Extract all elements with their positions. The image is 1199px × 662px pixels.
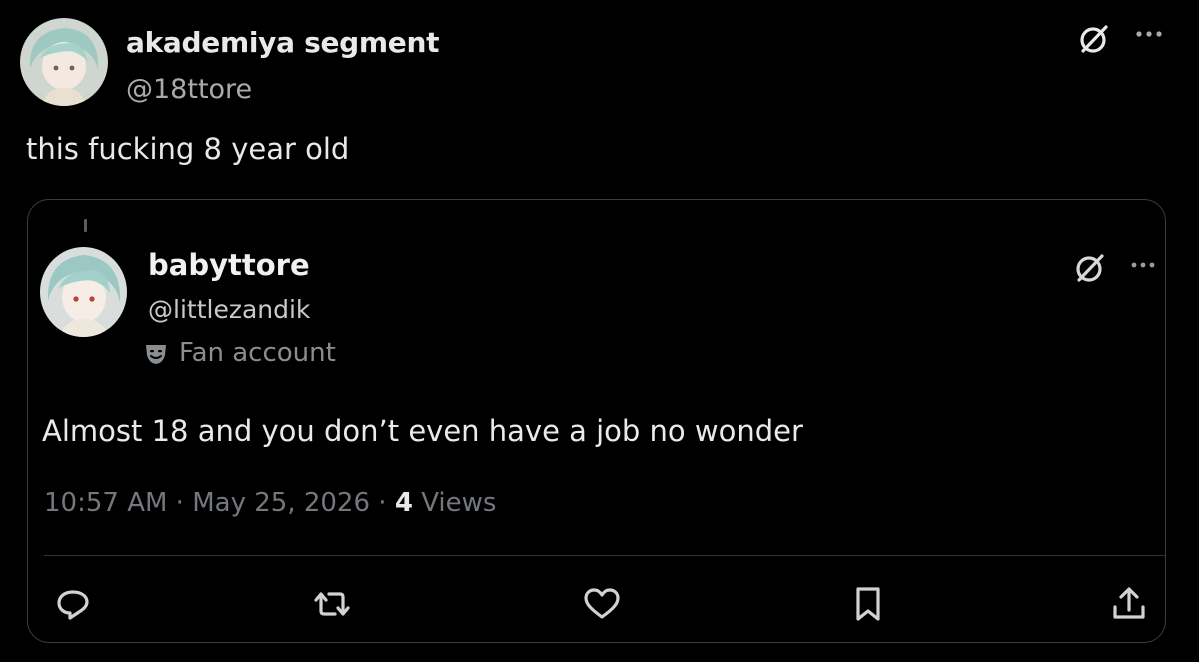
tweet-time[interactable]: 10:57 AM <box>44 488 167 518</box>
like-button[interactable] <box>581 583 623 625</box>
author-handle[interactable]: @18ttore <box>126 74 252 105</box>
more-icon[interactable] <box>1132 22 1168 46</box>
divider <box>44 555 1165 556</box>
bookmark-icon <box>856 587 880 621</box>
quoted-author-handle[interactable]: @littlezandik <box>148 295 310 324</box>
tweet-date[interactable]: May 25, 2026 <box>192 488 370 518</box>
reply-icon <box>57 590 89 620</box>
avatar[interactable] <box>20 18 108 106</box>
grok-icon[interactable] <box>1076 21 1112 57</box>
tweet-meta: 10:57 AM · May 25, 2026 · 4 Views <box>44 488 496 518</box>
views-label: Views <box>421 488 497 518</box>
theater-mask-icon <box>143 341 169 367</box>
tweet-text: this fucking 8 year old <box>26 132 350 166</box>
more-icon[interactable] <box>1128 254 1160 276</box>
share-button[interactable] <box>1108 583 1150 625</box>
views-count: 4 <box>394 488 413 518</box>
share-icon <box>1113 587 1145 619</box>
quoted-avatar[interactable] <box>40 247 127 337</box>
author-display-name[interactable]: akademiya segment <box>126 26 440 59</box>
grok-icon[interactable] <box>1072 250 1108 286</box>
fan-account-label: Fan account <box>179 338 336 368</box>
retweet-icon <box>314 592 350 616</box>
thread-indicator <box>84 219 87 232</box>
meta-separator: · <box>370 488 395 518</box>
reply-button[interactable] <box>52 583 94 625</box>
meta-separator: · <box>167 488 193 518</box>
quoted-tweet-text: Almost 18 and you don’t even have a job … <box>42 414 803 448</box>
meta-separator <box>413 488 421 518</box>
quoted-author-display-name[interactable]: babyttore <box>148 248 310 282</box>
heart-icon <box>584 588 620 619</box>
bookmark-button[interactable] <box>847 583 889 625</box>
retweet-button[interactable] <box>311 583 353 625</box>
